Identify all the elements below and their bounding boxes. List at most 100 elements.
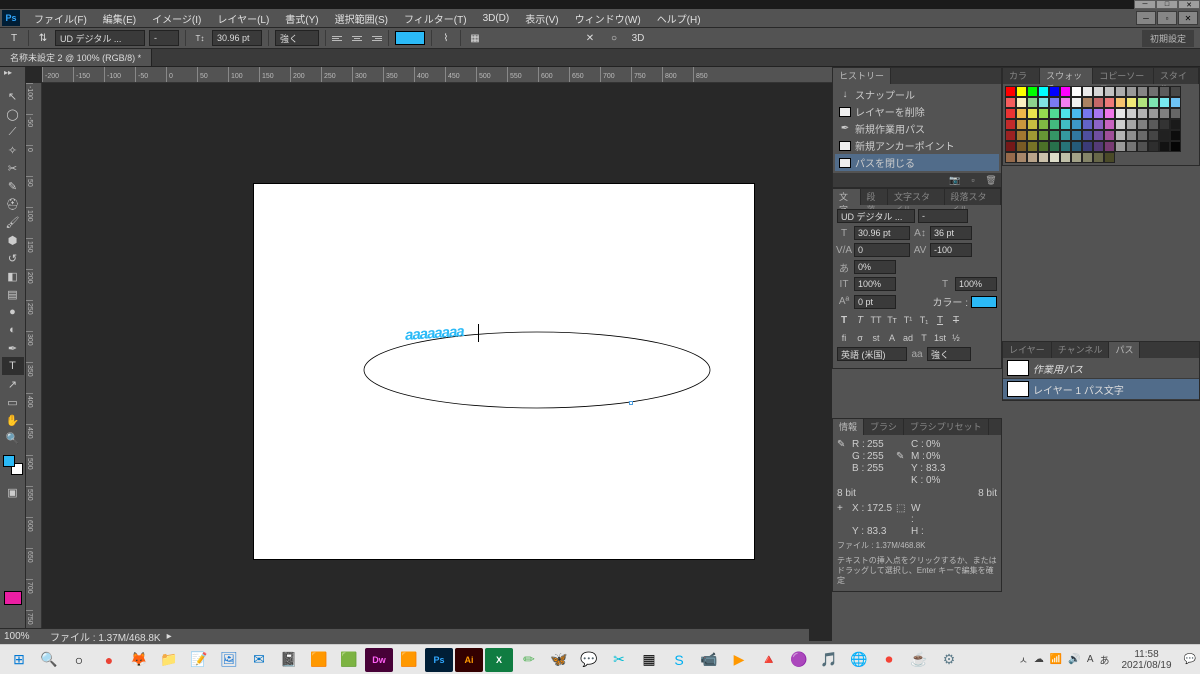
pen-tool[interactable]: ✒ [2, 339, 24, 357]
history-item[interactable]: ↓スナップール [835, 86, 999, 103]
tray-notifications[interactable]: 💬 [1184, 654, 1196, 665]
char-hscale[interactable]: 100% [955, 277, 997, 291]
swatch-cell[interactable] [1104, 86, 1115, 97]
swatch-cell[interactable] [1071, 141, 1082, 152]
swatch-cell[interactable] [1060, 152, 1071, 163]
antialias-dropdown[interactable]: 強く [275, 30, 319, 46]
cancel-edit[interactable]: ✕ [582, 30, 598, 46]
swatch-cell[interactable] [1170, 130, 1181, 141]
char-vscale[interactable]: 100% [854, 277, 896, 291]
taskbar-onenote[interactable]: 📓 [275, 648, 303, 672]
move-tool[interactable]: ↖ [2, 87, 24, 105]
swatch-cell[interactable] [1027, 119, 1038, 130]
swatch-cell[interactable] [1137, 130, 1148, 141]
char-font-family[interactable]: UD デジタル ... [837, 209, 915, 223]
swatch-cell[interactable] [1060, 108, 1071, 119]
faux-bold[interactable]: T [837, 313, 851, 327]
taskbar-skype[interactable]: S [665, 648, 693, 672]
swatch-cell[interactable] [1159, 119, 1170, 130]
swatch-cell[interactable] [1148, 108, 1159, 119]
swatch-cell[interactable] [1115, 97, 1126, 108]
doc-window-restore[interactable]: ▫ [1157, 11, 1177, 25]
swatch-cell[interactable] [1071, 119, 1082, 130]
all-caps[interactable]: TT [869, 313, 883, 327]
history-item[interactable]: 新規アンカーポイント [835, 137, 999, 154]
swatch-cell[interactable] [1093, 141, 1104, 152]
swatch-cell[interactable] [1093, 108, 1104, 119]
swatch-cell[interactable] [1093, 86, 1104, 97]
strikethrough[interactable]: T [949, 313, 963, 327]
brush-tool[interactable]: 🖌 [2, 213, 24, 231]
path-item[interactable]: 作業用パス [1003, 358, 1199, 379]
swatch-cell[interactable] [1049, 108, 1060, 119]
taskbar-photoshop[interactable]: Ps [425, 648, 453, 672]
swatch-cell[interactable] [1082, 141, 1093, 152]
swatch-cell[interactable] [1016, 97, 1027, 108]
swatch-cell[interactable] [1115, 141, 1126, 152]
swatch-cell[interactable] [1126, 130, 1137, 141]
opentype-fi[interactable]: fi [837, 331, 851, 345]
swatch-cell[interactable] [1071, 130, 1082, 141]
tray-volume[interactable]: 🔊 [1068, 654, 1080, 665]
history-delete[interactable]: 🗑 [985, 175, 997, 185]
char-leading[interactable]: 36 pt [930, 226, 972, 240]
char-color-swatch[interactable] [971, 296, 997, 308]
shape-tool[interactable]: ▭ [2, 393, 24, 411]
swatch-cell[interactable] [1082, 152, 1093, 163]
swatch-cell[interactable] [1016, 141, 1027, 152]
taskbar-app2[interactable]: 🟩 [335, 648, 363, 672]
clonesource-tab[interactable]: コピーソース [1093, 68, 1154, 84]
swatch-cell[interactable] [1060, 130, 1071, 141]
opentype-half[interactable]: ½ [949, 331, 963, 345]
history-item[interactable]: レイヤーを削除 [835, 103, 999, 120]
swatch-cell[interactable] [1060, 141, 1071, 152]
canvas-viewport[interactable]: aaaaaaaa [42, 83, 832, 641]
document-tab[interactable]: 名称未設定 2 @ 100% (RGB/8) * [0, 49, 152, 66]
lasso-tool[interactable]: ⟋ [2, 123, 24, 141]
swatch-cell[interactable] [1071, 86, 1082, 97]
swatch-cell[interactable] [1049, 141, 1060, 152]
taskbar-notepad[interactable]: 📝 [185, 648, 213, 672]
opentype-ad[interactable]: ad [901, 331, 915, 345]
doc-window-minimize[interactable]: ─ [1136, 11, 1156, 25]
swatch-cell[interactable] [1148, 119, 1159, 130]
taskbar-media[interactable]: ▶ [725, 648, 753, 672]
char-kerning[interactable]: 0 [854, 243, 910, 257]
tray-network[interactable]: 📶 [1050, 654, 1062, 665]
swatch-cell[interactable] [1071, 108, 1082, 119]
menu-3d[interactable]: 3D(D) [475, 13, 518, 24]
swatch-cell[interactable] [1104, 141, 1115, 152]
taskbar-app7[interactable]: ▦ [635, 648, 663, 672]
subscript[interactable]: T₁ [917, 313, 931, 327]
swatch-cell[interactable] [1126, 97, 1137, 108]
faux-italic[interactable]: T [853, 313, 867, 327]
swatch-cell[interactable] [1159, 97, 1170, 108]
taskbar-explorer[interactable]: 📁 [155, 648, 183, 672]
char-language[interactable]: 英語 (米国) [837, 347, 907, 361]
swatch-cell[interactable] [1093, 97, 1104, 108]
swatch-cell[interactable] [1115, 130, 1126, 141]
char-font-style[interactable]: - [918, 209, 968, 223]
zoom-level[interactable]: 100% [4, 631, 44, 642]
swatch-cell[interactable] [1016, 86, 1027, 97]
swatch-cell[interactable] [1148, 141, 1159, 152]
taskbar-app4[interactable]: 🦋 [545, 648, 573, 672]
swatch-cell[interactable] [1104, 152, 1115, 163]
swatch-cell[interactable] [1159, 86, 1170, 97]
swatch-cell[interactable] [1126, 119, 1137, 130]
char-size[interactable]: 30.96 pt [854, 226, 910, 240]
font-size-input[interactable]: 30.96 pt [212, 30, 262, 46]
swatch-cell[interactable] [1137, 141, 1148, 152]
tray-ime-a[interactable]: A [1087, 654, 1094, 665]
swatch-cell[interactable] [1159, 141, 1170, 152]
history-item[interactable]: ✒新規作業用パス [835, 120, 999, 137]
charstyle-tab[interactable]: 文字スタイル [888, 189, 945, 205]
search-button[interactable]: 🔍 [35, 648, 63, 672]
swatch-cell[interactable] [1137, 97, 1148, 108]
swatch-cell[interactable] [1082, 97, 1093, 108]
menu-file[interactable]: ファイル(F) [26, 11, 95, 26]
opentype-1st[interactable]: 1st [933, 331, 947, 345]
swatch-cell[interactable] [1082, 119, 1093, 130]
char-scale[interactable]: 0% [854, 260, 896, 274]
menu-filter[interactable]: フィルター(T) [396, 11, 475, 26]
